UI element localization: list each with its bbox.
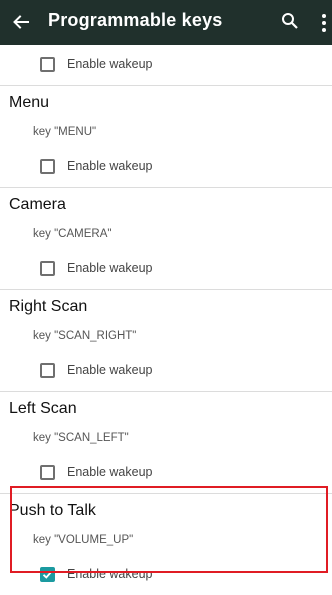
enable-wakeup-row[interactable]: Enable wakeup <box>0 351 332 391</box>
key-title: Left Scan <box>9 400 77 417</box>
enable-wakeup-label: Enable wakeup <box>67 465 153 479</box>
key-code: key "SCAN_LEFT" <box>33 432 129 444</box>
page-title: Programmable keys <box>48 10 223 30</box>
enable-wakeup-checkbox[interactable] <box>40 465 55 480</box>
enable-wakeup-label: Enable wakeup <box>67 363 153 377</box>
search-icon <box>282 13 298 29</box>
enable-wakeup-label: Enable wakeup <box>67 57 153 71</box>
key-title: Right Scan <box>9 298 88 315</box>
key-title: Menu <box>9 94 50 111</box>
app-bar: Programmable keys <box>0 0 332 45</box>
key-title: Camera <box>9 196 66 213</box>
key-section-left-scan: Left Scan key "SCAN_LEFT" Enable wakeup <box>0 392 332 493</box>
enable-wakeup-label: Enable wakeup <box>67 159 153 173</box>
enable-wakeup-checkbox[interactable] <box>40 159 55 174</box>
key-section-camera: Camera key "CAMERA" Enable wakeup <box>0 188 332 289</box>
key-section-right-scan: Right Scan key "SCAN_RIGHT" Enable wakeu… <box>0 290 332 391</box>
enable-wakeup-checkbox[interactable] <box>40 363 55 378</box>
key-code: key "SCAN_RIGHT" <box>33 330 137 342</box>
enable-wakeup-row[interactable]: Enable wakeup <box>0 147 332 187</box>
enable-wakeup-checkbox[interactable] <box>40 261 55 276</box>
search-button[interactable] <box>280 11 300 31</box>
key-section-menu: Menu key "MENU" Enable wakeup <box>0 86 332 187</box>
key-code: key "CAMERA" <box>33 228 112 240</box>
overflow-menu-button[interactable] <box>321 12 331 34</box>
enable-wakeup-row[interactable]: Enable wakeup <box>0 45 332 85</box>
highlight-box <box>10 486 328 573</box>
enable-wakeup-row[interactable]: Enable wakeup <box>0 249 332 289</box>
key-code: key "MENU" <box>33 126 97 138</box>
more-vert-icon <box>322 14 326 32</box>
enable-wakeup-checkbox[interactable] <box>40 57 55 72</box>
enable-wakeup-label: Enable wakeup <box>67 261 153 275</box>
arrow-back-icon <box>13 15 29 29</box>
back-button[interactable] <box>10 8 32 36</box>
